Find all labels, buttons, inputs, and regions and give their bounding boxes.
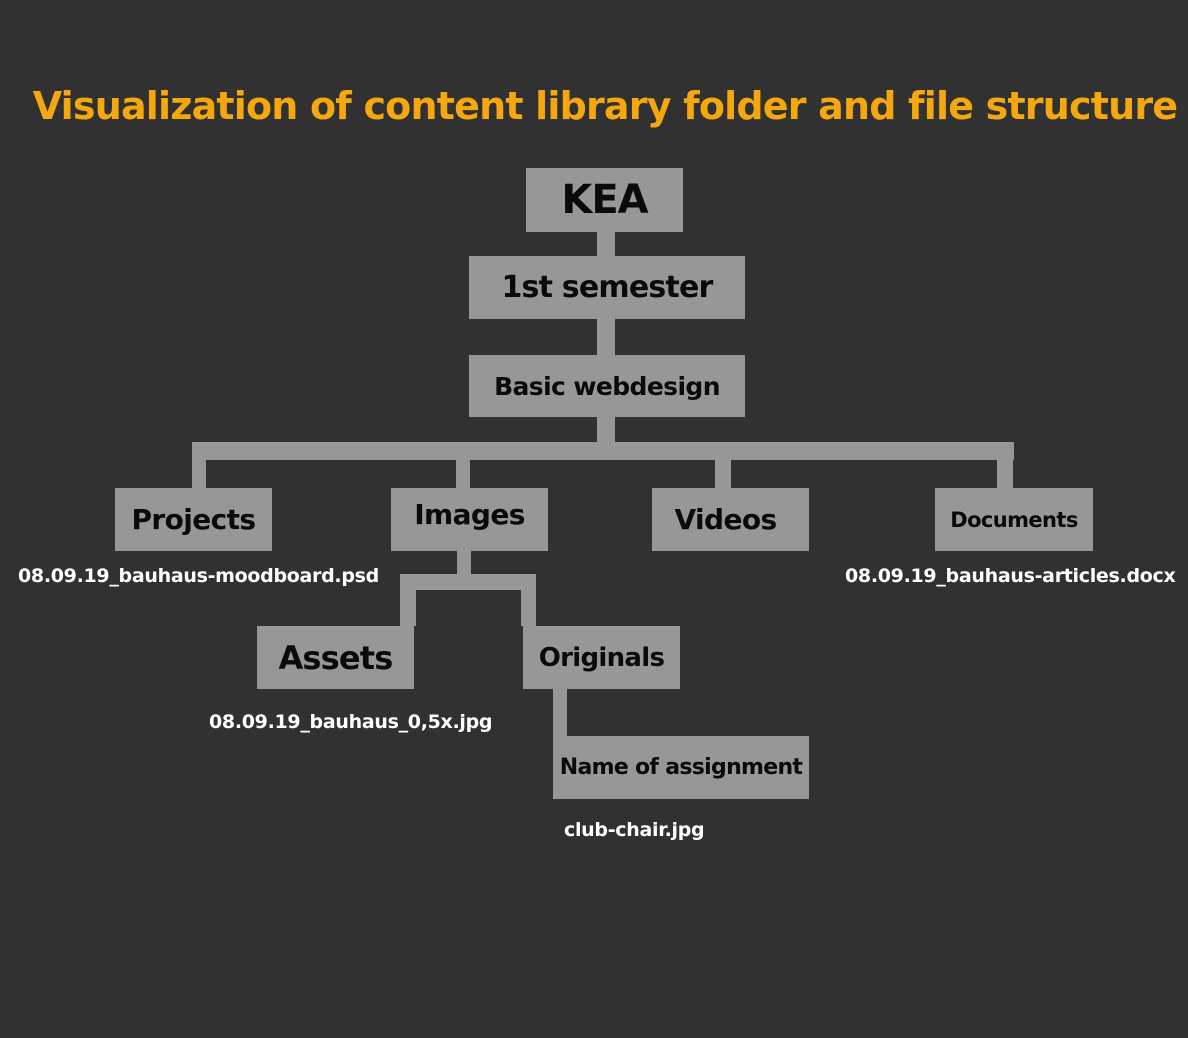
folder-documents-label: Documents [950,507,1078,532]
folder-1st-semester-label: 1st semester [501,270,713,305]
folder-videos: Videos [652,488,809,551]
folder-images: Images [391,488,548,551]
connector-drop-videos [715,442,731,488]
connector-kea-semester [597,232,615,256]
folder-basic-webdesign-label: Basic webdesign [494,371,720,401]
folder-originals-label: Originals [538,642,665,673]
folder-assets-label: Assets [278,638,393,677]
folder-kea: KEA [526,168,683,232]
folder-projects-label: Projects [131,503,256,536]
folder-images-label: Images [414,498,525,531]
file-bauhaus-moodboard: 08.09.19_bauhaus-moodboard.psd [18,565,379,587]
folder-assets: Assets [257,626,414,689]
connector-drop-assets [400,574,416,626]
file-bauhaus-articles: 08.09.19_bauhaus-articles.docx [845,565,1176,587]
folder-basic-webdesign: Basic webdesign [469,355,745,417]
file-club-chair: club-chair.jpg [564,819,705,841]
connector-folder-bus [192,442,1014,460]
folder-projects: Projects [115,488,272,551]
connector-images-subbus [400,574,536,590]
connector-drop-projects [192,442,206,488]
connector-semester-webdesign [597,319,615,355]
folder-name-of-assignment: Name of assignment [553,736,809,799]
connector-drop-documents [997,442,1013,488]
connector-originals-assignment [553,689,567,736]
connector-drop-originals [521,574,536,626]
connector-images-bus [457,551,471,574]
connector-webdesign-bus [597,417,615,443]
diagram-canvas: Visualization of content library folder … [0,0,1188,1038]
folder-videos-label: Videos [674,503,777,536]
folder-documents: Documents [935,488,1093,551]
folder-1st-semester: 1st semester [469,256,745,319]
folder-kea-label: KEA [561,177,648,223]
folder-name-of-assignment-label: Name of assignment [559,755,803,780]
folder-originals: Originals [523,626,680,689]
connector-drop-images [456,442,470,488]
file-bauhaus-half-scale: 08.09.19_bauhaus_0,5x.jpg [209,711,493,733]
